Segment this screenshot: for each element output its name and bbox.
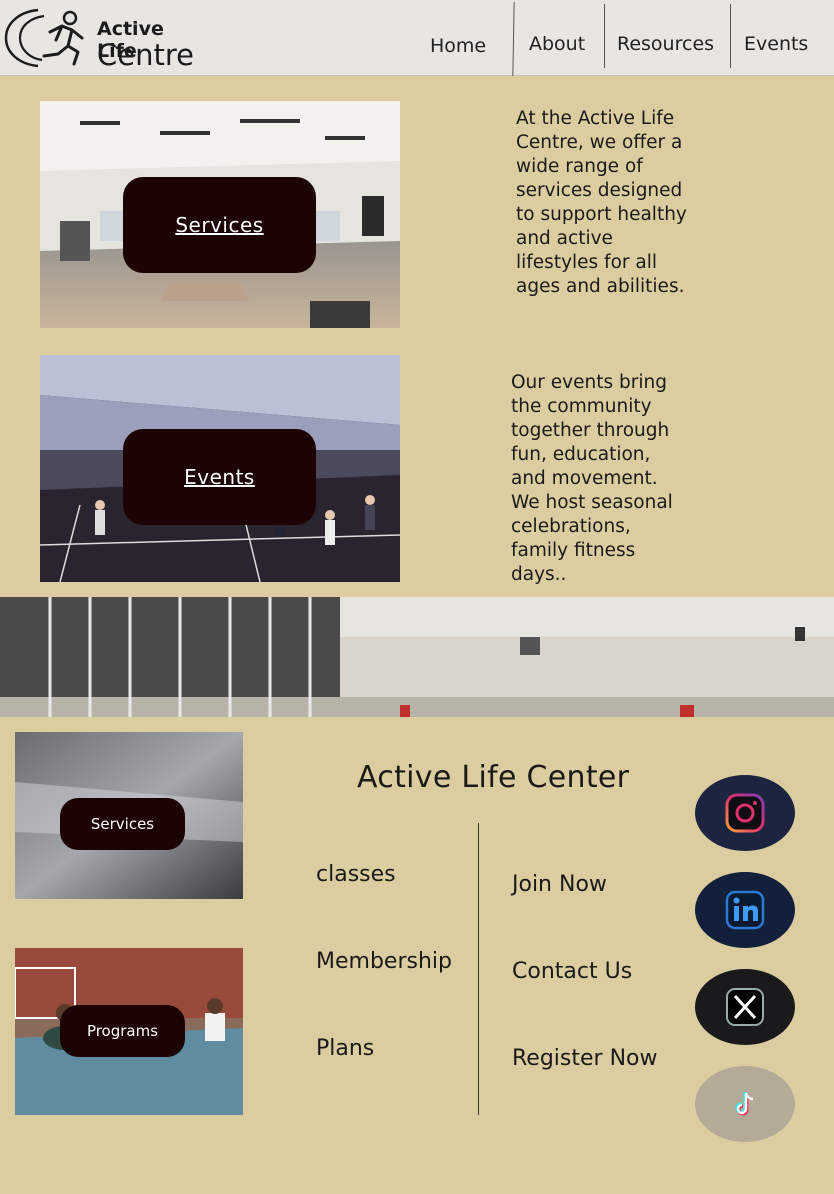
logo[interactable]: Active Life Centre (4, 4, 204, 72)
footer-link-classes[interactable]: classes (316, 862, 396, 887)
footer-divider (478, 823, 479, 1115)
tiktok-icon[interactable] (695, 1066, 795, 1142)
services-description: At the Active Life Centre, we offer a wi… (516, 108, 687, 297)
linkedin-icon[interactable] (695, 872, 795, 948)
instagram-icon[interactable] (695, 775, 795, 851)
nav-resources[interactable]: Resources (617, 33, 714, 55)
footer-programs-button[interactable]: Programs (60, 1005, 185, 1057)
runner-logo-icon (4, 8, 84, 68)
nav-divider (730, 4, 731, 68)
footer-link-register-now[interactable]: Register Now (512, 1046, 657, 1071)
footer-link-join-now[interactable]: Join Now (512, 872, 607, 897)
services-button[interactable]: Services (123, 177, 316, 273)
events-button[interactable]: Events (123, 429, 316, 525)
footer-link-membership[interactable]: Membership (316, 949, 452, 974)
events-description: Our events bring the community together … (511, 372, 673, 585)
site-header: Active Life Centre Home About Resources … (0, 0, 834, 77)
nav-divider (512, 1, 515, 77)
footer-link-contact-us[interactable]: Contact Us (512, 959, 632, 984)
nav-about[interactable]: About (529, 33, 585, 55)
footer-services-button[interactable]: Services (60, 798, 185, 850)
x-icon[interactable] (695, 969, 795, 1045)
nav-divider (604, 4, 605, 68)
footer-title: Active Life Center (357, 760, 630, 795)
logo-line2: Centre (97, 38, 194, 72)
footer-link-plans[interactable]: Plans (316, 1036, 374, 1061)
nav-home[interactable]: Home (430, 35, 486, 57)
nav-events[interactable]: Events (744, 33, 808, 55)
sports-hall-banner (0, 597, 834, 717)
